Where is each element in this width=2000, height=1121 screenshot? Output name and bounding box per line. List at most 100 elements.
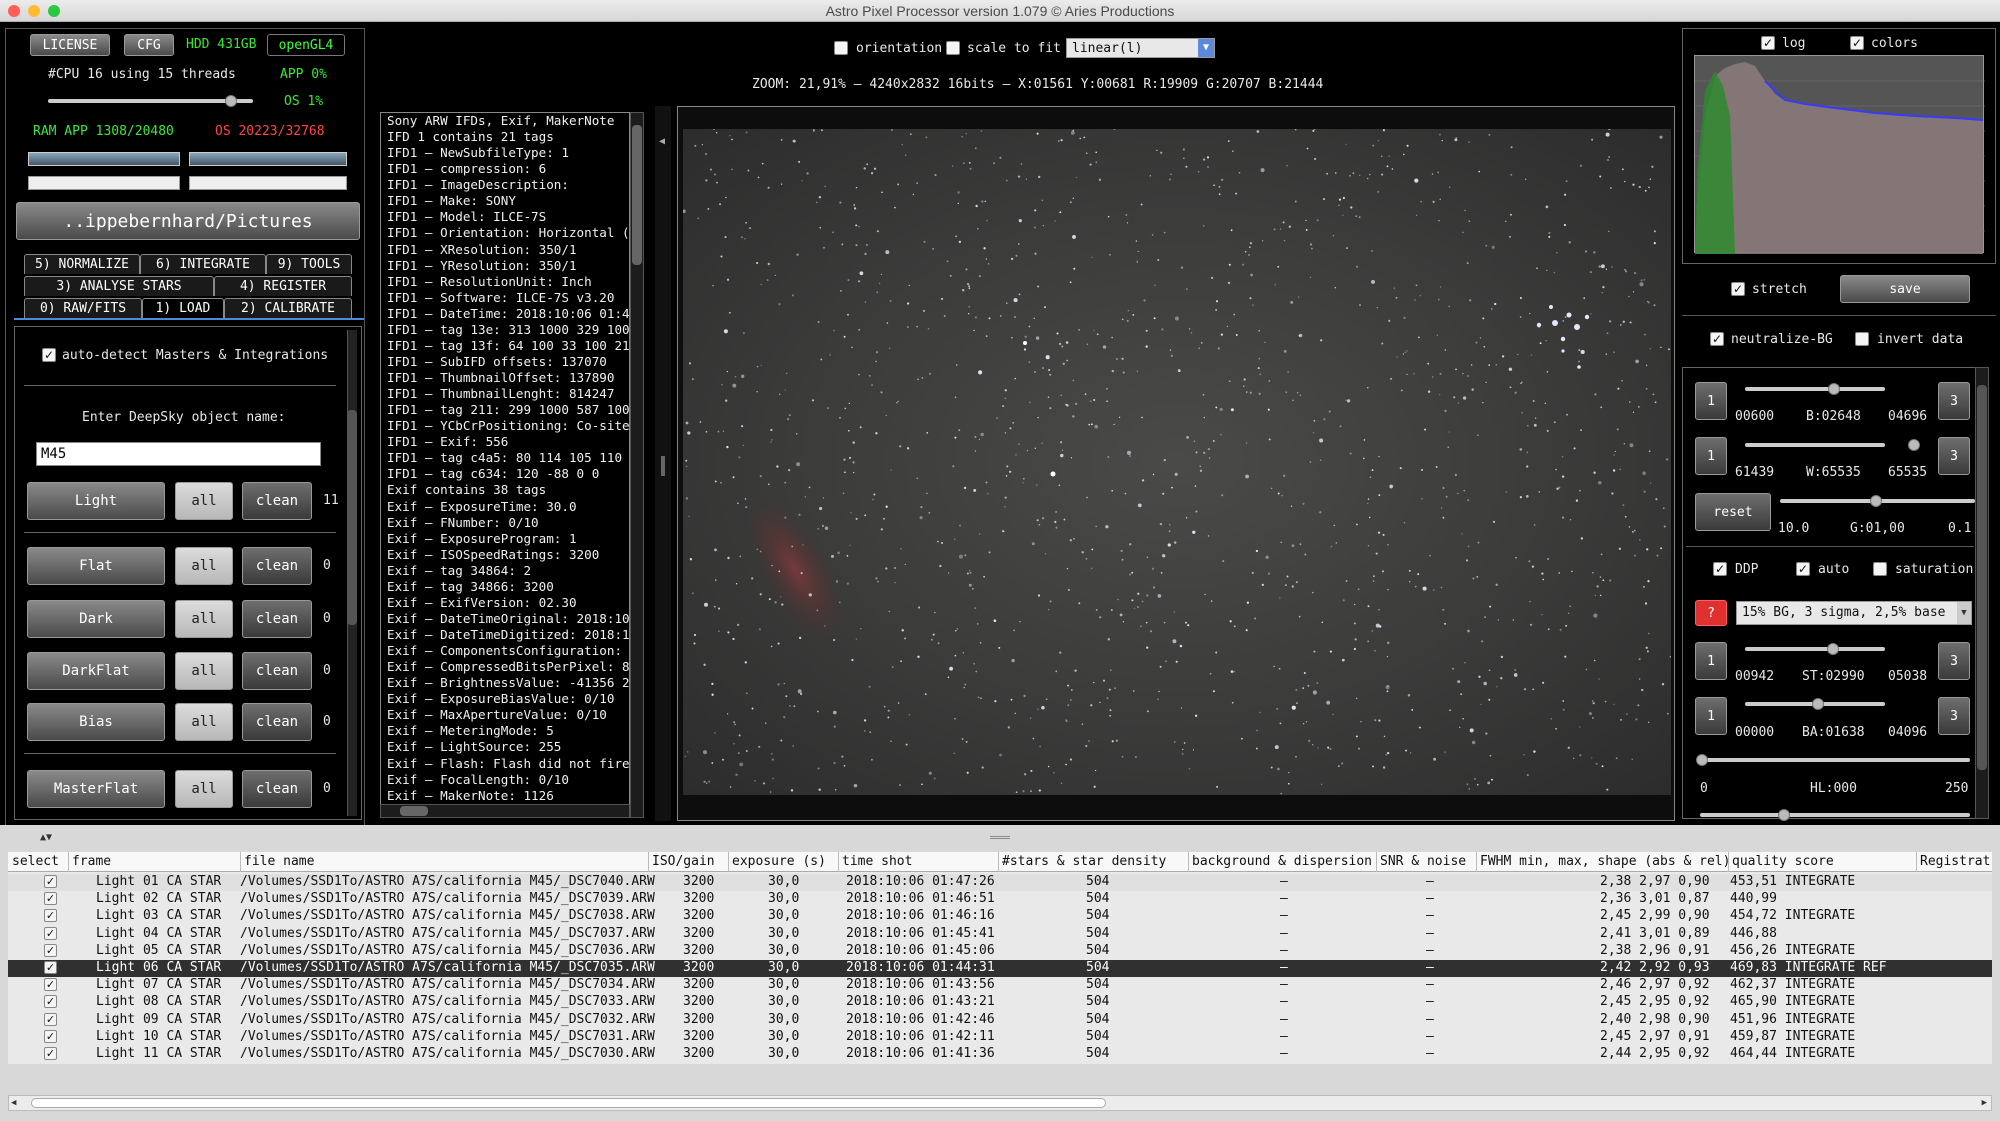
table-row[interactable]: ✓ Light 02 CA STAR/Volumes/SSD1To/ASTRO A… [8, 891, 1992, 908]
light-clean-button[interactable]: clean [242, 482, 312, 520]
tab-calibrate[interactable]: 2) CALIBRATE [224, 298, 352, 318]
dark-clean-button[interactable]: clean [242, 600, 312, 638]
dark-select-all-button[interactable]: all [175, 600, 233, 638]
extra-slider-knob[interactable] [1778, 809, 1790, 821]
row-select-checkbox[interactable]: ✓ [44, 892, 57, 906]
row-select-checkbox[interactable]: ✓ [44, 978, 57, 992]
w-slider[interactable] [1745, 443, 1885, 447]
license-button[interactable]: LICENSE [30, 34, 110, 56]
collapse-arrow-icon[interactable]: ◀ [659, 136, 665, 147]
st-decrement-button[interactable]: 1 [1695, 642, 1727, 680]
table-row[interactable]: ✓ Light 08 CA STAR/Volumes/SSD1To/ASTRO A… [8, 994, 1992, 1011]
dark-frames-button[interactable]: Dark [27, 600, 165, 638]
b-slider-knob[interactable] [1828, 383, 1840, 395]
masterflat-frames-button[interactable]: MasterFlat [27, 770, 165, 808]
exif-hscroll-thumb[interactable] [400, 806, 428, 816]
column-header[interactable]: exposure (s) [732, 854, 826, 869]
darkflat-frames-button[interactable]: DarkFlat [27, 652, 165, 690]
tab-tools[interactable]: 9) TOOLS [266, 254, 352, 274]
auto-checkbox[interactable]: ✓ [1796, 562, 1810, 576]
table-row[interactable]: ✓ Light 04 CA STAR/Volumes/SSD1To/ASTRO A… [8, 926, 1992, 943]
chevron-down-icon[interactable]: ▼ [1198, 39, 1214, 57]
w-increment-button[interactable]: 3 [1938, 437, 1970, 475]
threads-slider-knob[interactable] [225, 95, 237, 107]
chevron-down-icon[interactable]: ▼ [1957, 602, 1971, 624]
st-slider[interactable] [1745, 647, 1885, 651]
splitter-grip[interactable] [661, 456, 665, 476]
astro-image[interactable] [683, 129, 1671, 795]
tab-raw-fits[interactable]: 0) RAW/FITS [24, 298, 142, 318]
darkflat-clean-button[interactable]: clean [242, 652, 312, 690]
table-row[interactable]: ✓ Light 03 CA STAR/Volumes/SSD1To/ASTRO A… [8, 908, 1992, 925]
table-row[interactable]: ✓ Light 01 CA STAR/Volumes/SSD1To/ASTRO A… [8, 874, 1992, 892]
ddp-preset-select[interactable]: 15% BG, 3 sigma, 2,5% base ▼ [1736, 601, 1972, 625]
tab-integrate[interactable]: 6) INTEGRATE [140, 254, 266, 274]
st-increment-button[interactable]: 3 [1938, 642, 1970, 680]
column-header[interactable]: Registrat [1920, 854, 1990, 869]
table-row[interactable]: ✓ Light 06 CA STAR/Volumes/SSD1To/ASTRO A… [8, 960, 1992, 978]
extra-slider[interactable] [1700, 813, 1970, 817]
scroll-left-icon[interactable]: ◀ [11, 1098, 16, 1108]
row-select-checkbox[interactable]: ✓ [44, 1047, 57, 1060]
save-button[interactable]: save [1840, 275, 1970, 303]
reset-button[interactable]: reset [1695, 493, 1771, 531]
b-decrement-button[interactable]: 1 [1695, 382, 1727, 420]
row-select-checkbox[interactable]: ✓ [44, 961, 57, 974]
hl-slider[interactable] [1700, 758, 1970, 762]
table-row[interactable]: ✓ Light 05 CA STAR/Volumes/SSD1To/ASTRO A… [8, 943, 1992, 960]
column-header[interactable]: SNR & noise [1380, 854, 1466, 869]
column-header[interactable]: file name [244, 854, 314, 869]
ba-increment-button[interactable]: 3 [1938, 697, 1970, 735]
table-hscroll-thumb[interactable] [31, 1098, 1106, 1108]
ba-slider-knob[interactable] [1812, 698, 1824, 710]
masterflat-clean-button[interactable]: clean [242, 770, 312, 808]
row-select-checkbox[interactable]: ✓ [44, 1012, 57, 1026]
row-select-checkbox[interactable]: ✓ [44, 909, 57, 923]
load-panel-scroll-thumb[interactable] [347, 410, 357, 625]
masterflat-select-all-button[interactable]: all [175, 770, 233, 808]
tab-analyse-stars[interactable]: 3) ANALYSE STARS [24, 276, 214, 296]
orientation-checkbox[interactable] [834, 41, 848, 55]
help-button[interactable]: ? [1695, 600, 1727, 626]
tab-normalize[interactable]: 5) NORMALIZE [24, 254, 140, 274]
flat-frames-button[interactable]: Flat [27, 547, 165, 585]
image-splitter[interactable]: ◀ [655, 106, 671, 821]
column-header[interactable]: FWHM min, max, shape (abs & rel) [1480, 854, 1730, 869]
log-checkbox[interactable]: ✓ [1761, 36, 1775, 50]
dso-input[interactable]: M45 [36, 442, 321, 466]
light-frames-button[interactable]: Light [27, 482, 165, 520]
opengl-button[interactable]: openGL4 [267, 34, 345, 56]
column-header[interactable]: select [12, 854, 59, 869]
ba-decrement-button[interactable]: 1 [1695, 697, 1727, 735]
table-row[interactable]: ✓ Light 10 CA STAR/Volumes/SSD1To/ASTRO A… [8, 1029, 1992, 1046]
table-hscrollbar[interactable]: ◀ ▶ [8, 1095, 1992, 1111]
row-select-checkbox[interactable]: ✓ [44, 875, 57, 888]
w-slider-knob[interactable] [1908, 439, 1920, 451]
hl-slider-knob[interactable] [1696, 754, 1708, 766]
ddp-checkbox[interactable]: ✓ [1713, 562, 1727, 576]
stretch-checkbox[interactable]: ✓ [1731, 282, 1745, 296]
flat-select-all-button[interactable]: all [175, 547, 233, 585]
row-select-checkbox[interactable]: ✓ [44, 995, 57, 1009]
column-header[interactable]: ISO/gain [652, 854, 715, 869]
autodetect-checkbox[interactable]: ✓ [42, 348, 56, 362]
splitter-grip[interactable] [990, 836, 1010, 839]
b-increment-button[interactable]: 3 [1938, 382, 1970, 420]
colors-checkbox[interactable]: ✓ [1850, 36, 1864, 50]
tab-register[interactable]: 4) REGISTER [214, 276, 352, 296]
scale-to-fit-checkbox[interactable] [946, 41, 960, 55]
column-header[interactable]: background & dispersion [1192, 854, 1372, 869]
row-select-checkbox[interactable]: ✓ [44, 926, 57, 940]
light-select-all-button[interactable]: all [175, 482, 233, 520]
row-select-checkbox[interactable]: ✓ [44, 1029, 57, 1043]
b-slider[interactable] [1745, 387, 1885, 391]
image-viewer[interactable] [677, 106, 1675, 821]
cfg-button[interactable]: CFG [124, 34, 174, 56]
exif-scroll-thumb[interactable] [632, 125, 642, 265]
darkflat-select-all-button[interactable]: all [175, 652, 233, 690]
tab-load[interactable]: 1) LOAD [142, 298, 224, 318]
column-header[interactable]: time shot [842, 854, 912, 869]
flat-clean-button[interactable]: clean [242, 547, 312, 585]
saturation-checkbox[interactable] [1873, 562, 1887, 576]
table-row[interactable]: ✓ Light 09 CA STAR/Volumes/SSD1To/ASTRO A… [8, 1012, 1992, 1029]
